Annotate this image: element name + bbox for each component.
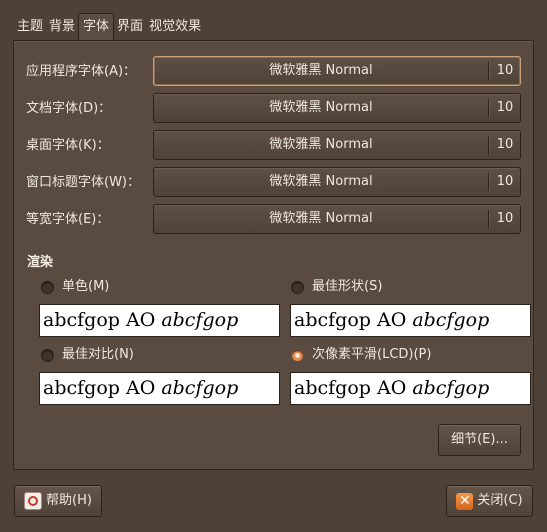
help-icon: [24, 492, 43, 510]
radio-best-shape[interactable]: 最佳形状(S): [291, 277, 382, 297]
font-size: 10: [496, 63, 514, 78]
preview-best-contrast[interactable]: abcfgop AO abcfgop: [39, 372, 280, 405]
fonts-panel: 应用程序字体(A)： 微软雅黑 Normal 10 文档字体(D)： 微软雅黑 …: [13, 40, 534, 470]
close-label: 关闭(C): [477, 493, 523, 508]
font-size: 10: [496, 100, 514, 115]
close-icon: ✕: [456, 492, 474, 510]
font-size: 10: [496, 174, 514, 189]
desktop-font-button[interactable]: 微软雅黑 Normal 10: [153, 130, 521, 160]
application-font-button[interactable]: 微软雅黑 Normal 10: [153, 56, 521, 86]
preview-subpixel-lcd[interactable]: abcfgop AO abcfgop: [290, 372, 531, 405]
document-font-button[interactable]: 微软雅黑 Normal 10: [153, 93, 521, 123]
font-label-document: 文档字体(D)：: [26, 101, 112, 116]
help-label: 帮助(H): [46, 493, 92, 508]
radio-label: 最佳对比(N): [62, 347, 134, 362]
sample-italic: abcfgop: [161, 309, 239, 331]
font-label-desktop: 桌面字体(K)：: [26, 138, 110, 153]
sample-regular: abcfgop AO: [43, 377, 156, 399]
radio-label: 单色(M): [62, 279, 110, 294]
preview-monochrome[interactable]: abcfgop AO abcfgop: [39, 304, 280, 337]
sample-italic: abcfgop: [161, 377, 239, 399]
sample-regular: abcfgop AO: [43, 309, 156, 331]
font-name: 微软雅黑 Normal: [269, 100, 373, 115]
font-name: 微软雅黑 Normal: [269, 174, 373, 189]
preview-best-shape[interactable]: abcfgop AO abcfgop: [290, 304, 531, 337]
radio-indicator[interactable]: [41, 280, 54, 294]
font-name: 微软雅黑 Normal: [269, 63, 373, 78]
radio-indicator-selected[interactable]: [291, 348, 304, 362]
tab-bar: 主题 背景 字体 界面 视觉效果: [14, 13, 204, 41]
tab-background[interactable]: 背景: [46, 15, 78, 39]
details-button[interactable]: 细节(E)...: [438, 424, 521, 456]
font-row-window-title: 窗口标题字体(W)： 微软雅黑 Normal 10: [14, 167, 533, 199]
font-row-application: 应用程序字体(A)： 微软雅黑 Normal 10: [14, 56, 533, 88]
tab-theme[interactable]: 主题: [14, 15, 46, 39]
font-name: 微软雅黑 Normal: [269, 137, 373, 152]
font-size: 10: [496, 211, 514, 226]
window-title-font-button[interactable]: 微软雅黑 Normal 10: [153, 167, 521, 197]
tab-interface[interactable]: 界面: [114, 15, 146, 39]
font-row-monospace: 等宽字体(E)： 微软雅黑 Normal 10: [14, 204, 533, 236]
tab-fonts[interactable]: 字体: [78, 13, 115, 40]
sample-regular: abcfgop AO: [294, 309, 407, 331]
font-size: 10: [496, 137, 514, 152]
rendering-title: 渲染: [27, 255, 54, 270]
radio-subpixel-lcd[interactable]: 次像素平滑(LCD)(P): [291, 345, 431, 365]
radio-label: 最佳形状(S): [312, 279, 383, 294]
radio-best-contrast[interactable]: 最佳对比(N): [41, 345, 134, 365]
monospace-font-button[interactable]: 微软雅黑 Normal 10: [153, 204, 521, 234]
font-label-application: 应用程序字体(A)：: [26, 64, 137, 79]
sample-italic: abcfgop: [412, 377, 490, 399]
font-label-monospace: 等宽字体(E)：: [26, 212, 110, 227]
help-button[interactable]: 帮助(H): [14, 485, 102, 517]
tab-visual-effects[interactable]: 视觉效果: [146, 15, 204, 39]
font-name: 微软雅黑 Normal: [269, 211, 373, 226]
sample-regular: abcfgop AO: [294, 377, 407, 399]
font-label-window-title: 窗口标题字体(W)：: [26, 175, 140, 190]
close-button[interactable]: ✕ 关闭(C): [446, 485, 533, 517]
sample-italic: abcfgop: [412, 309, 490, 331]
radio-label: 次像素平滑(LCD)(P): [312, 347, 432, 362]
font-row-desktop: 桌面字体(K)： 微软雅黑 Normal 10: [14, 130, 533, 162]
radio-indicator[interactable]: [291, 280, 304, 294]
radio-monochrome[interactable]: 单色(M): [41, 277, 109, 297]
font-row-document: 文档字体(D)： 微软雅黑 Normal 10: [14, 93, 533, 125]
radio-indicator[interactable]: [41, 348, 54, 362]
